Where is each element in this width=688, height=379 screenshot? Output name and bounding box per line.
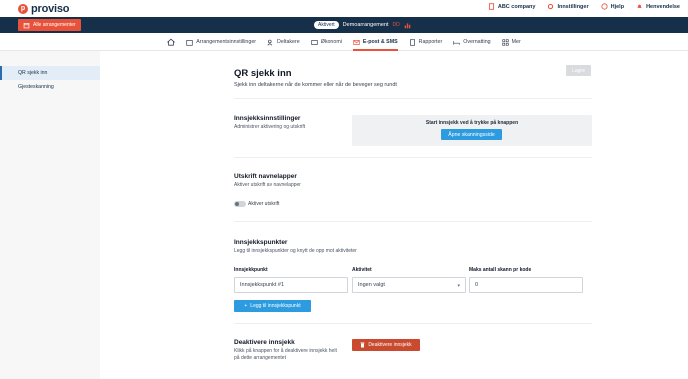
activity-select[interactable]: Ingen valgt ▾ [352, 277, 466, 293]
logo[interactable]: p proviso [18, 2, 70, 15]
nav-label: Deltakere [277, 39, 300, 45]
section-desc-line2: på dette arrangementet [234, 355, 286, 361]
nav-label: Mer [511, 39, 521, 45]
max-scans-input[interactable]: 0 [469, 277, 583, 293]
plus-icon: + [244, 303, 248, 309]
activity-column-label: Aktivitet [352, 267, 372, 273]
divider [234, 221, 592, 222]
main-nav: Arrangementsinnstillinger Deltakere Økon… [0, 34, 688, 51]
nav-label: Økonomi [320, 39, 342, 45]
scan-panel: Start innsjekk ved å trykke på knappen Å… [352, 115, 592, 146]
sidebar-item-guest-scanning[interactable]: Gjesteskanning [0, 80, 100, 94]
current-event: Aktivert Demoarrangement DD [314, 21, 411, 29]
help-label: Hjelp [610, 3, 625, 10]
section-desc: Aktiver utskrift av navnelapper [234, 182, 301, 188]
help-icon [601, 3, 608, 10]
calendar-icon [23, 22, 30, 28]
gear-icon [548, 3, 554, 10]
calendar-icon [186, 39, 193, 46]
event-bar: Alle arrangementer Aktivert Demoarrangem… [0, 17, 688, 33]
section-title: Deaktivere innsjekk [234, 339, 295, 346]
building-icon [488, 3, 494, 10]
wallet-icon [311, 39, 318, 45]
page-subtitle: Sjekk inn deltakerne når de kommer eller… [234, 82, 397, 88]
nav-label: E-post & SMS [362, 39, 398, 45]
scan-instructions: Start innsjekk ved å trykke på knappen [425, 120, 519, 126]
page-title: QR sjekk inn [234, 68, 292, 79]
divider [234, 98, 592, 99]
toggle-label: Aktiver utskrift [248, 201, 280, 207]
nav-event-settings[interactable]: Arrangementsinnstillinger [186, 34, 256, 51]
nav-accommodation[interactable]: Overnatting [453, 34, 491, 51]
nav-label: Rapporter [418, 39, 443, 45]
deactivate-checkin-button[interactable]: Deaktivere innsjekk [352, 339, 420, 351]
max-scans-value: 0 [475, 282, 479, 288]
nav-more[interactable]: Mer [501, 34, 521, 51]
bell-icon [637, 4, 642, 8]
settings-link[interactable]: Innstillinger [547, 3, 589, 10]
section-title: Utskrift navnelapper [234, 173, 297, 180]
all-events-label: Alle arrangementer [33, 22, 76, 28]
sidebar: QR sjekk inn Gjesteskanning [0, 51, 100, 379]
deactivate-label: Deaktivere innsjekk [368, 342, 412, 348]
content-layout: QR sjekk inn Gjesteskanning QR sjekk inn… [0, 51, 688, 379]
home-icon [167, 38, 176, 46]
logo-text: proviso [31, 2, 70, 15]
chart-icon[interactable] [404, 22, 411, 29]
event-code: DD [392, 22, 400, 28]
activity-value: Ingen valgt [358, 282, 385, 288]
toggle-knob [235, 202, 239, 206]
report-icon [409, 38, 415, 46]
notifications-link[interactable]: Henvendelse [636, 3, 680, 10]
users-icon [267, 39, 273, 46]
company-switcher[interactable]: ABC company [488, 3, 536, 10]
sidebar-item-label: QR sjekk inn [18, 70, 48, 76]
nav-label: Overnatting [463, 39, 491, 45]
divider [234, 157, 592, 158]
divider [234, 323, 592, 324]
trash-icon [360, 342, 365, 348]
bed-icon [453, 40, 460, 45]
add-checkpoint-label: Legg til innsjekkspunkt [250, 303, 301, 309]
add-checkpoint-button[interactable]: + Legg til innsjekkspunkt [234, 300, 311, 312]
settings-label: Innstillinger [557, 3, 589, 10]
all-events-button[interactable]: Alle arrangementer [18, 19, 81, 31]
open-scan-page-button[interactable]: Åpne skanningsside [441, 129, 502, 140]
nav-label: Arrangementsinnstillinger [196, 39, 257, 45]
event-name[interactable]: Demoarrangement [343, 22, 389, 28]
checkpoint-name-value: Innsjekkspunkt #1 [240, 282, 285, 288]
nav-home[interactable] [167, 34, 176, 51]
nav-email-sms[interactable]: E-post & SMS [352, 34, 398, 51]
section-title: Innsjekksinnstillinger [234, 115, 301, 122]
checkpoint-name-input[interactable]: Innsjekkspunkt #1 [234, 277, 348, 293]
notifications-label: Henvendelse [646, 3, 680, 10]
nav-reports[interactable]: Rapporter [409, 34, 443, 51]
section-desc: Administrer aktivering og utskrift [234, 124, 306, 130]
print-toggle[interactable] [234, 201, 246, 207]
section-title: Innsjekkspunkter [234, 239, 288, 246]
logo-mark: p [18, 3, 28, 14]
grid-icon [501, 38, 509, 46]
nav-economy[interactable]: Økonomi [311, 34, 342, 51]
nav-participants[interactable]: Deltakere [267, 34, 300, 51]
checkpoint-column-label: Innsjekkpunkt [234, 267, 268, 273]
sidebar-item-qr-checkin[interactable]: QR sjekk inn [0, 66, 100, 80]
section-desc-line1: Klikk på knappen for å deaktivere innsje… [234, 348, 337, 354]
save-button[interactable]: Lagre [566, 65, 591, 76]
status-badge: Aktivert [314, 21, 339, 29]
mail-icon [353, 39, 360, 45]
chevron-down-icon: ▾ [457, 283, 460, 289]
sidebar-item-label: Gjesteskanning [18, 84, 54, 90]
section-desc: Legg til innsjekkspunkter og knytt de op… [234, 248, 357, 254]
max-scans-column-label: Maks antall skann pr kode [469, 267, 532, 273]
main-content: QR sjekk inn Sjekk inn deltakerne når de… [100, 51, 688, 379]
top-bar: p proviso ABC company Innstillinger Hjel… [0, 0, 688, 17]
company-name: ABC company [497, 3, 536, 10]
help-link[interactable]: Hjelp [601, 3, 624, 10]
